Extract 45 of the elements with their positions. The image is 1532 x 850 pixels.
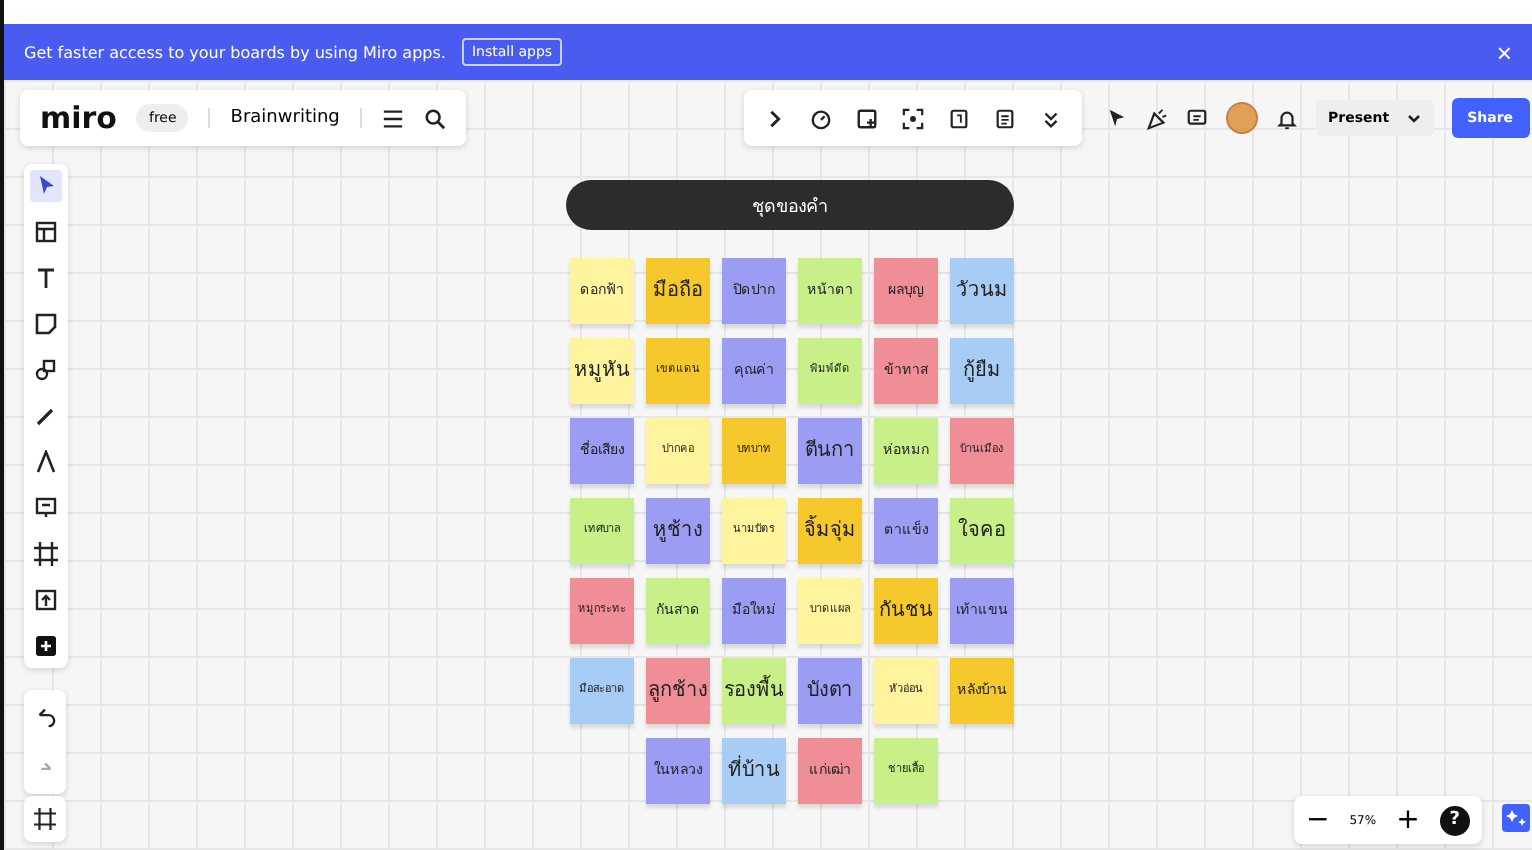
help-button[interactable]: ? <box>1439 805 1470 835</box>
board-name[interactable]: Brainwriting <box>208 108 362 128</box>
sticky-note[interactable]: ตีนกา <box>798 418 862 484</box>
counter-icon[interactable] <box>948 107 970 129</box>
logo[interactable]: miro <box>40 100 117 136</box>
focus-icon[interactable] <box>902 107 924 129</box>
cursor-tool-icon[interactable] <box>30 170 62 202</box>
sticky-note[interactable]: ลูกช้าง <box>646 658 710 724</box>
template-tool-icon[interactable] <box>30 216 62 248</box>
sticky-note[interactable]: จิ้มจุ่ม <box>798 498 862 564</box>
frames-icon[interactable] <box>34 808 56 830</box>
double-chevron-down-icon[interactable] <box>1040 107 1062 129</box>
banner-text: Get faster access to your boards by using Miro apps. <box>24 43 446 61</box>
zoom-in-button[interactable]: + <box>1396 804 1420 836</box>
chevron-right-icon[interactable] <box>764 107 786 129</box>
close-button[interactable]: × <box>1496 37 1512 67</box>
bell-icon[interactable] <box>1276 107 1298 129</box>
frame-tool-icon[interactable] <box>30 538 62 570</box>
sticky-note[interactable]: มือถือ <box>646 258 710 324</box>
sticky-note[interactable]: ใจคอ <box>950 498 1014 564</box>
sticky-note[interactable]: หูช้าง <box>646 498 710 564</box>
sticky-note[interactable]: วัวนม <box>950 258 1014 324</box>
sticky-note[interactable]: บังตา <box>798 658 862 724</box>
sticky-add-icon[interactable] <box>856 107 878 129</box>
sticky-note[interactable]: หมูหัน <box>570 338 634 404</box>
cursor-icon[interactable] <box>1106 107 1128 129</box>
avatar[interactable] <box>1226 102 1258 134</box>
sticky-note[interactable]: ที่บ้าน <box>722 738 786 804</box>
caret-icon <box>1405 110 1422 126</box>
zoom-out-button[interactable]: − <box>1306 804 1330 836</box>
undo-icon[interactable] <box>34 706 56 728</box>
sticky-note[interactable]: กู้ยืม <box>950 338 1014 404</box>
sticky-note[interactable]: รองพื้น <box>722 658 786 724</box>
upload-tool-icon[interactable] <box>30 584 62 616</box>
board-title: ชุดของคำ <box>566 180 1014 230</box>
sparkle-icon[interactable] <box>1502 804 1530 832</box>
sticky-tool-icon[interactable] <box>30 308 62 340</box>
comment-icon[interactable] <box>1186 107 1208 129</box>
menu-icon[interactable] <box>381 107 404 129</box>
search-icon[interactable] <box>423 107 446 129</box>
party-icon[interactable] <box>1146 107 1168 129</box>
sticky-note[interactable]: กันชน <box>874 578 938 644</box>
plus-tool-icon[interactable] <box>30 630 62 662</box>
timer-icon[interactable] <box>810 107 832 129</box>
notes-icon[interactable] <box>994 107 1016 129</box>
